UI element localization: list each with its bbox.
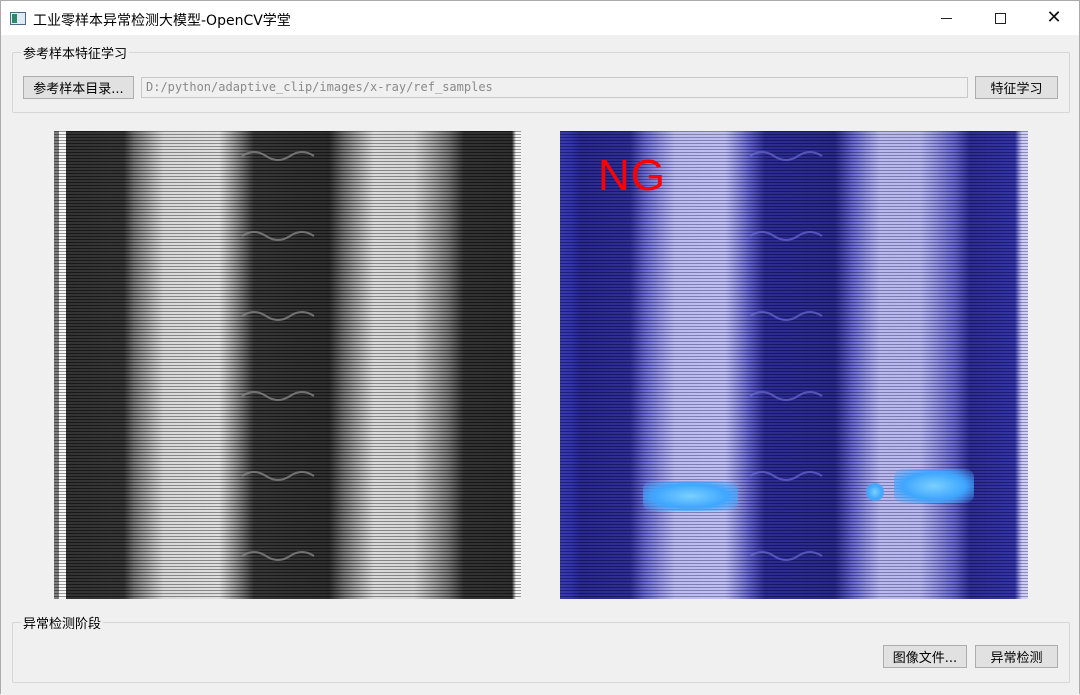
feature-learn-button[interactable]: 特征学习 xyxy=(975,76,1058,99)
anomaly-region-left xyxy=(643,481,738,511)
anomaly-heatmap-panel xyxy=(560,131,1028,599)
window-title: 工业零样本异常检测大模型-OpenCV学堂 xyxy=(33,13,291,29)
anomaly-region-right xyxy=(894,469,974,503)
minimize-button[interactable] xyxy=(919,1,973,35)
maximize-button[interactable] xyxy=(973,1,1027,35)
detect-group-title: 异常检测阶段 xyxy=(21,613,104,632)
x-ray-wave-pattern xyxy=(241,151,315,561)
reference-dir-button[interactable]: 参考样本目录... xyxy=(23,76,134,99)
reference-group-title: 参考样本特征学习 xyxy=(21,43,130,62)
maximize-icon xyxy=(994,12,1006,24)
reference-path-field[interactable]: D:/python/adaptive_clip/images/x-ray/ref… xyxy=(141,77,968,98)
close-button[interactable]: ✕ xyxy=(1027,1,1080,35)
app-icon xyxy=(10,12,26,25)
result-ng-label: NG xyxy=(598,151,666,200)
main-window: 工业零样本异常检测大模型-OpenCV学堂 ✕ 参考样本特征学习 参考样本目录.… xyxy=(0,0,1080,695)
image-file-button[interactable]: 图像文件... xyxy=(883,645,967,668)
anomaly-region-right-small xyxy=(866,483,884,501)
x-ray-image-panel xyxy=(54,131,521,599)
title-bar: 工业零样本异常检测大模型-OpenCV学堂 ✕ xyxy=(1,1,1079,35)
heatmap-wave-pattern xyxy=(749,151,823,561)
anomaly-detect-button[interactable]: 异常检测 xyxy=(975,645,1058,668)
close-icon: ✕ xyxy=(1046,7,1062,28)
minimize-icon xyxy=(940,17,952,19)
